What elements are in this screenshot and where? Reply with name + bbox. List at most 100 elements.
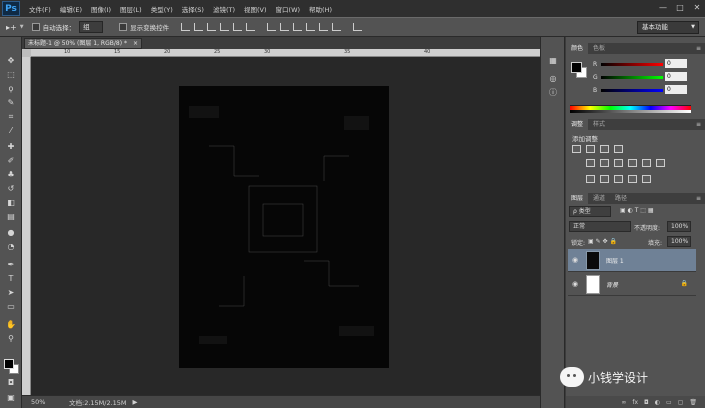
color-spectrum-ramp[interactable] bbox=[570, 105, 691, 113]
align-hcenter-icon[interactable] bbox=[233, 23, 243, 31]
distribute-hcenter-icon[interactable] bbox=[319, 23, 329, 31]
new-group-icon[interactable]: ▭ bbox=[666, 399, 672, 406]
close-tab-icon[interactable]: × bbox=[133, 39, 138, 48]
tab-layers[interactable]: 图层 bbox=[566, 193, 589, 204]
eye-icon[interactable]: ◉ bbox=[572, 256, 578, 264]
align-right-icon[interactable] bbox=[246, 23, 256, 31]
trash-icon[interactable]: 🗑 bbox=[689, 399, 697, 406]
layer-name[interactable]: 图层 1 bbox=[606, 256, 624, 265]
tab-swatches[interactable]: 色板 bbox=[588, 43, 610, 54]
menu-image[interactable]: 图像(I) bbox=[91, 4, 111, 14]
channel-r-value[interactable]: 0 bbox=[665, 59, 687, 68]
brush-tool-icon[interactable]: ✐ bbox=[4, 155, 18, 167]
type-tool-icon[interactable]: T bbox=[4, 273, 18, 285]
eyedropper-tool-icon[interactable]: ⁄ bbox=[4, 125, 18, 137]
auto-align-icon[interactable] bbox=[353, 23, 363, 31]
zoom-tool-icon[interactable]: ⚲ bbox=[4, 333, 18, 345]
hue-saturation-icon[interactable] bbox=[600, 159, 609, 167]
menu-select[interactable]: 选择(S) bbox=[182, 4, 204, 14]
quick-select-tool-icon[interactable]: ✎ bbox=[4, 97, 18, 109]
blur-tool-icon[interactable]: ● bbox=[4, 227, 18, 239]
status-menu-arrow-icon[interactable]: ▶ bbox=[133, 398, 138, 406]
photo-filter-icon[interactable] bbox=[642, 159, 651, 167]
tab-styles[interactable]: 样式 bbox=[588, 119, 610, 130]
horizontal-ruler[interactable]: 10 15 20 25 30 35 40 bbox=[31, 49, 540, 57]
align-top-icon[interactable] bbox=[181, 23, 191, 31]
auto-select-dropdown[interactable]: 组 bbox=[79, 21, 104, 33]
tab-paths[interactable]: 路径 bbox=[610, 193, 632, 204]
layer-row-background[interactable]: ◉ 背景 🔒 bbox=[568, 273, 696, 296]
gradient-tool-icon[interactable]: ▤ bbox=[4, 211, 18, 223]
channel-mixer-icon[interactable] bbox=[656, 159, 665, 167]
invert-icon[interactable] bbox=[586, 175, 595, 183]
layer-row-layer1[interactable]: ◉ 图层 1 bbox=[568, 249, 696, 272]
path-select-tool-icon[interactable]: ➤ bbox=[4, 287, 18, 299]
filter-icons[interactable]: ▣ ◐ T ⬚ ▦ bbox=[620, 207, 654, 214]
black-white-icon[interactable] bbox=[628, 159, 637, 167]
menu-type[interactable]: 类型(Y) bbox=[151, 4, 173, 14]
menu-view[interactable]: 视图(V) bbox=[244, 4, 267, 14]
move-tool-icon[interactable]: ▸+ bbox=[6, 23, 17, 32]
curves-icon[interactable] bbox=[600, 145, 609, 153]
quick-mask-icon[interactable]: ◘ bbox=[4, 377, 18, 389]
layer-name[interactable]: 背景 bbox=[606, 280, 618, 289]
posterize-icon[interactable] bbox=[600, 175, 609, 183]
distribute-bottom-icon[interactable] bbox=[293, 23, 303, 31]
align-left-icon[interactable] bbox=[220, 23, 230, 31]
channel-b-slider[interactable] bbox=[601, 89, 663, 92]
move-tool-icon[interactable]: ✥ bbox=[4, 55, 18, 67]
close-button[interactable]: ✕ bbox=[691, 2, 703, 13]
pen-tool-icon[interactable]: ✒ bbox=[4, 259, 18, 271]
align-bottom-icon[interactable] bbox=[207, 23, 217, 31]
distribute-left-icon[interactable] bbox=[306, 23, 316, 31]
panel-menu-icon[interactable]: ≡ bbox=[696, 43, 701, 54]
color-balance-icon[interactable] bbox=[614, 159, 623, 167]
menu-help[interactable]: 帮助(H) bbox=[309, 4, 332, 14]
menu-layer[interactable]: 图层(L) bbox=[120, 4, 142, 14]
layer-filter-kind[interactable]: ρ 类型 bbox=[569, 206, 611, 217]
dodge-tool-icon[interactable]: ◔ bbox=[4, 241, 18, 253]
vertical-ruler[interactable] bbox=[22, 57, 31, 395]
channel-g-slider[interactable] bbox=[601, 76, 663, 79]
menu-file[interactable]: 文件(F) bbox=[29, 4, 51, 14]
history-panel-icon[interactable]: ▦ bbox=[547, 55, 559, 67]
minimize-button[interactable]: — bbox=[657, 2, 669, 13]
vibrance-icon[interactable] bbox=[586, 159, 595, 167]
channel-r-slider[interactable] bbox=[601, 63, 663, 66]
restore-button[interactable]: □ bbox=[674, 2, 686, 13]
align-vcenter-icon[interactable] bbox=[194, 23, 204, 31]
gradient-map-icon[interactable] bbox=[628, 175, 637, 183]
menu-edit[interactable]: 编辑(E) bbox=[60, 4, 82, 14]
panel-menu-icon[interactable]: ≡ bbox=[696, 193, 701, 204]
zoom-level[interactable]: 50% bbox=[31, 398, 53, 406]
fill-field[interactable]: 100% bbox=[667, 236, 691, 247]
workspace-dropdown[interactable]: 基本功能 ▼ bbox=[637, 21, 699, 34]
ruler-corner[interactable] bbox=[22, 49, 31, 57]
hand-tool-icon[interactable]: ✋ bbox=[4, 319, 18, 331]
tab-adjustments[interactable]: 调整 bbox=[566, 119, 589, 130]
eraser-tool-icon[interactable]: ◧ bbox=[4, 197, 18, 209]
new-layer-icon[interactable]: ▢ bbox=[678, 399, 684, 406]
selective-color-icon[interactable] bbox=[642, 175, 651, 183]
shape-tool-icon[interactable]: ▭ bbox=[4, 301, 18, 313]
foreground-color-swatch[interactable] bbox=[4, 359, 14, 369]
adjustment-layer-icon[interactable]: ◐ bbox=[655, 399, 660, 406]
show-transform-checkbox[interactable] bbox=[119, 23, 128, 31]
distribute-vcenter-icon[interactable] bbox=[280, 23, 290, 31]
distribute-top-icon[interactable] bbox=[267, 23, 277, 31]
eye-icon[interactable]: ◉ bbox=[572, 280, 578, 288]
tool-preset-dropdown-icon[interactable]: ▼ bbox=[20, 24, 24, 30]
panel-menu-icon[interactable]: ≡ bbox=[696, 119, 701, 130]
opacity-field[interactable]: 100% bbox=[667, 221, 691, 232]
menu-filter[interactable]: 滤镜(T) bbox=[213, 4, 235, 14]
menu-window[interactable]: 窗口(W) bbox=[276, 4, 301, 14]
document-tab[interactable]: 未标题-1 @ 50% (图层 1, RGB/8) * × bbox=[24, 38, 142, 49]
link-layers-icon[interactable]: ∞ bbox=[621, 399, 626, 406]
distribute-right-icon[interactable] bbox=[332, 23, 342, 31]
channel-b-value[interactable]: 0 bbox=[665, 85, 687, 94]
foreground-color-swatch[interactable] bbox=[571, 62, 582, 73]
lock-icons[interactable]: ▣ ✎ ✥ 🔒 bbox=[588, 238, 617, 245]
blend-mode-dropdown[interactable]: 正常 bbox=[569, 221, 631, 232]
marquee-tool-icon[interactable]: ⬚ bbox=[4, 69, 18, 81]
threshold-icon[interactable] bbox=[614, 175, 623, 183]
